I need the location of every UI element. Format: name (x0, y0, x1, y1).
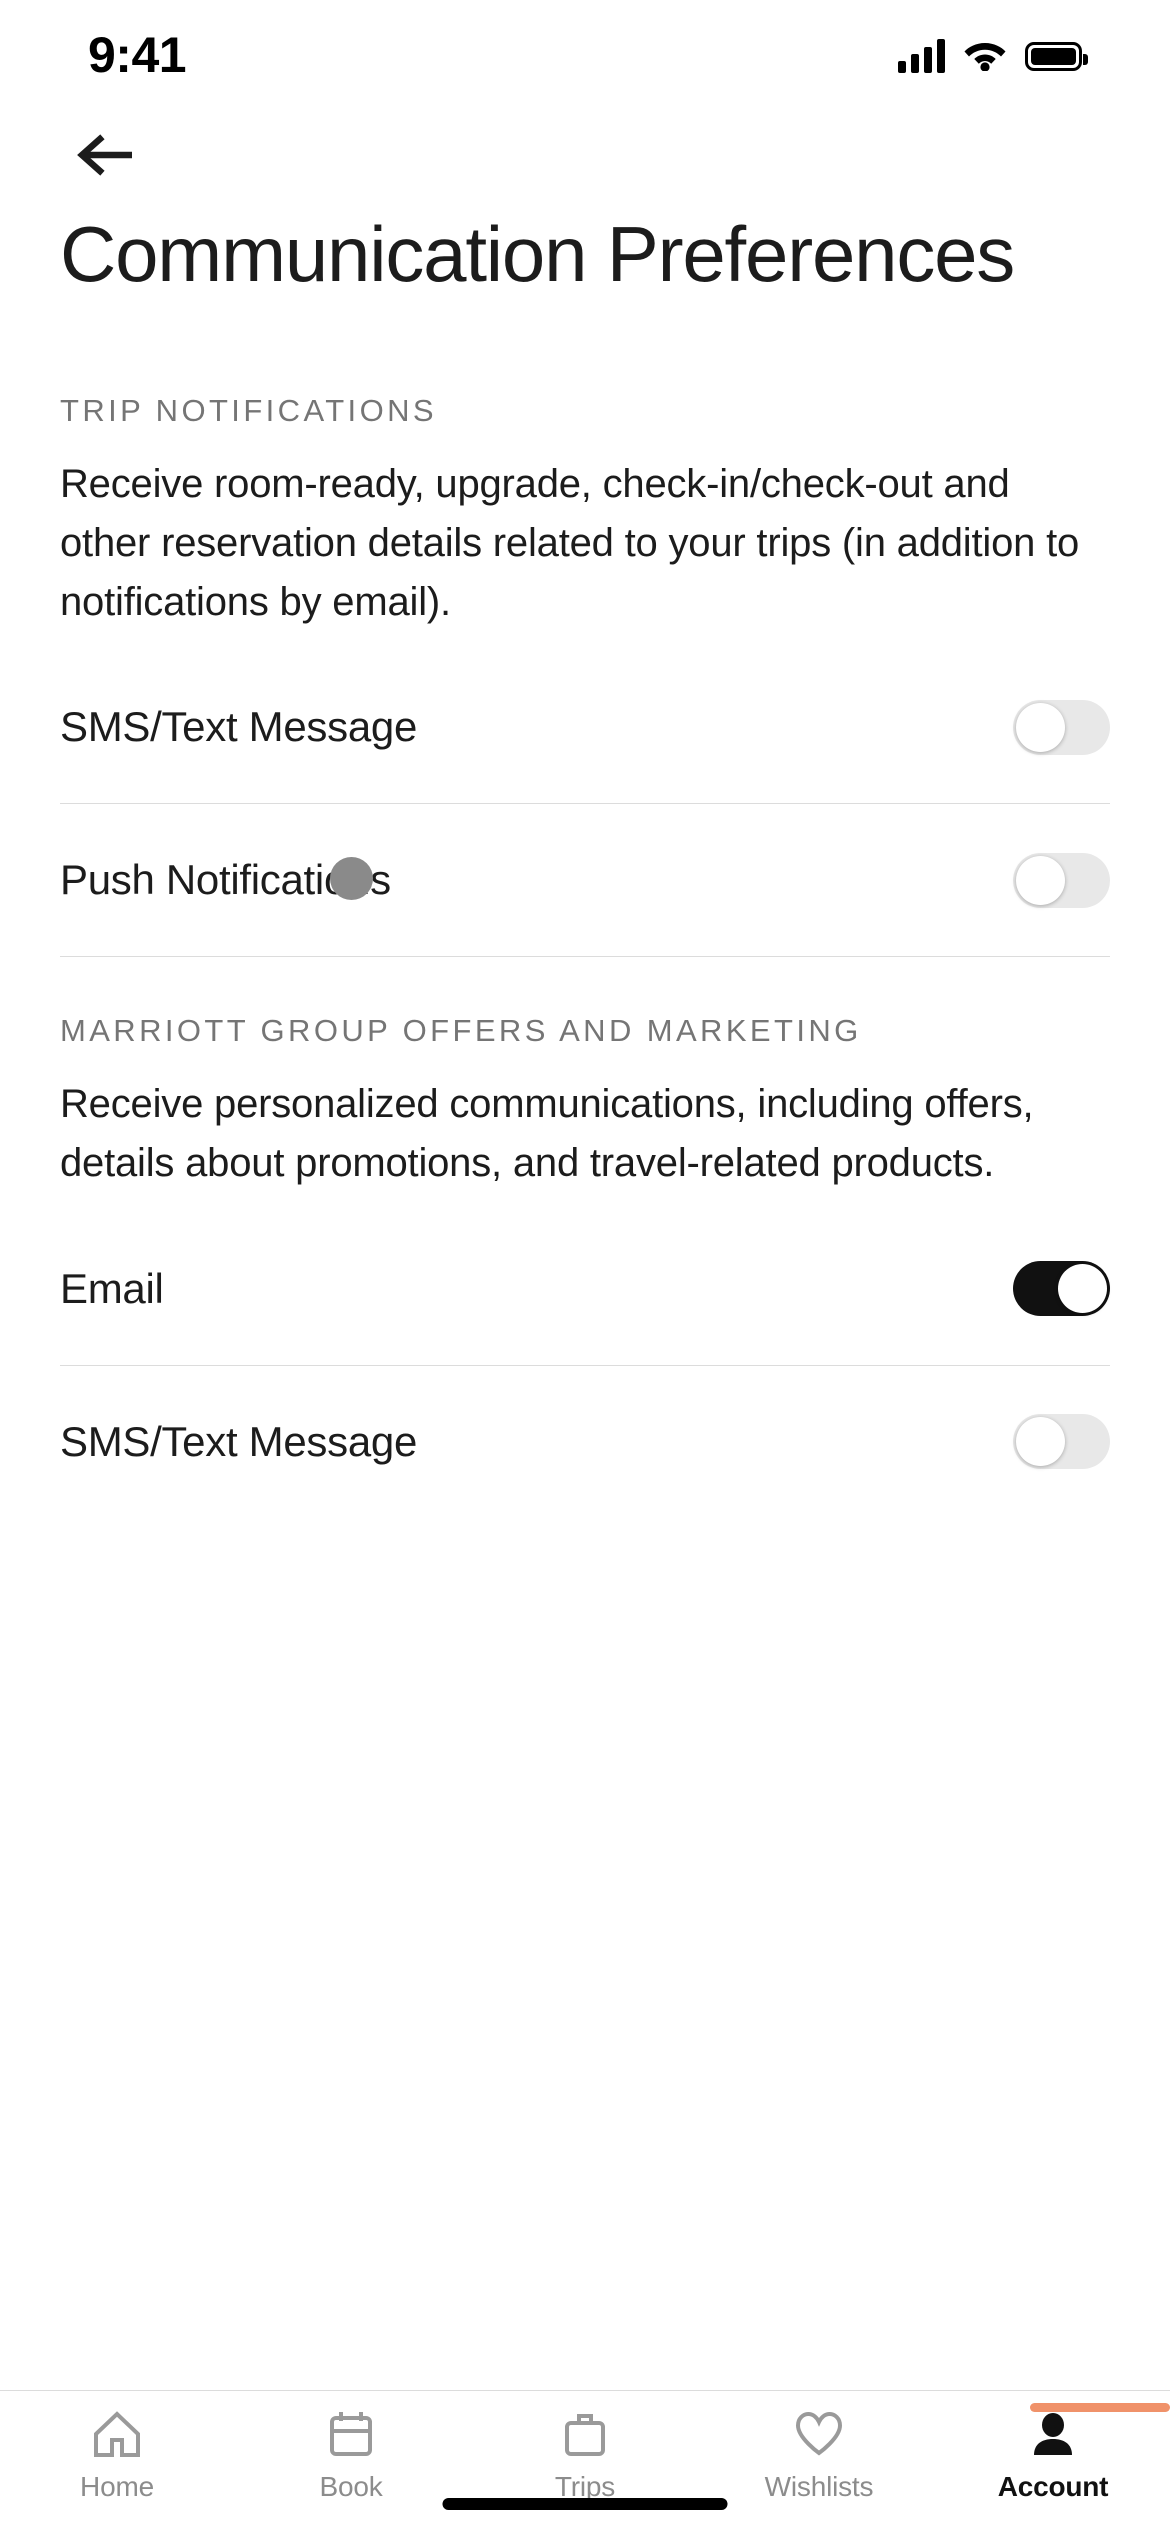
active-tab-indicator (1030, 2403, 1170, 2412)
heart-icon (793, 2409, 845, 2459)
toggle-knob (1016, 702, 1065, 752)
calendar-icon (326, 2409, 376, 2459)
toggle-knob (1058, 1264, 1107, 1314)
section-trip-notifications: TRIP NOTIFICATIONS Receive room-ready, u… (0, 393, 1170, 631)
tab-label: Wishlists (764, 2471, 874, 2502)
home-icon (91, 2409, 143, 2459)
preference-row-email-marketing[interactable]: Email (0, 1213, 1170, 1365)
section-description: Receive room-ready, upgrade, check-in/ch… (60, 461, 1080, 624)
preference-row-push-trip[interactable]: Push Notifications (0, 804, 1170, 956)
scroll-content[interactable]: Communication Preferences TRIP NOTIFICAT… (0, 210, 1170, 2390)
tab-label: Book (319, 2471, 383, 2502)
status-bar: 9:41 (0, 0, 1170, 100)
tab-book[interactable]: Book (234, 2409, 468, 2503)
app-screen: 9:41 Communication Preferences TRIP NOTI… (0, 0, 1170, 2532)
preference-label: Email (60, 1264, 164, 1312)
preference-row-sms-marketing[interactable]: SMS/Text Message (0, 1366, 1170, 1518)
navigation-bar (0, 100, 1170, 210)
tab-label: Home (80, 2471, 154, 2502)
status-bar-time: 9:41 (88, 27, 187, 83)
toggle-sms-marketing[interactable] (1013, 1414, 1110, 1470)
battery-full-icon (1025, 41, 1088, 71)
tab-label: Account (997, 2471, 1109, 2502)
pointer-dot (330, 857, 373, 900)
preference-row-sms-trip[interactable]: SMS/Text Message (0, 651, 1170, 803)
back-arrow-icon (76, 133, 136, 177)
preference-label: SMS/Text Message (60, 1417, 417, 1465)
preference-label: SMS/Text Message (60, 703, 417, 751)
wifi-icon (963, 37, 1007, 76)
toggle-knob (1016, 1417, 1065, 1467)
bottom-bar-background: Home Book Trips Wishlists Account (0, 2282, 1170, 2532)
toggle-sms-trip[interactable] (1013, 699, 1110, 755)
section-label: TRIP NOTIFICATIONS (60, 392, 437, 428)
home-indicator (442, 2498, 728, 2510)
suitcase-icon (560, 2409, 610, 2459)
tab-account[interactable]: Account (936, 2403, 1170, 2503)
toggle-push-trip[interactable] (1013, 852, 1110, 908)
back-button[interactable] (56, 119, 156, 191)
section-label: MARRIOTT GROUP OFFERS AND MARKETING (60, 1013, 862, 1049)
tab-home[interactable]: Home (0, 2409, 234, 2503)
cellular-signal-icon (898, 39, 945, 73)
status-bar-icons (898, 37, 1088, 76)
tab-trips[interactable]: Trips (468, 2409, 702, 2503)
toggle-email-marketing[interactable] (1013, 1261, 1110, 1317)
toggle-knob (1016, 855, 1065, 905)
person-icon (1028, 2409, 1078, 2459)
section-marriott-marketing: MARRIOTT GROUP OFFERS AND MARKETING Rece… (0, 1013, 1170, 1193)
tab-wishlists[interactable]: Wishlists (702, 2409, 936, 2503)
section-description: Receive personalized communications, inc… (60, 1082, 1034, 1186)
page-title: Communication Preferences (60, 210, 1015, 298)
tab-bar: Home Book Trips Wishlists Account (0, 2390, 1170, 2532)
